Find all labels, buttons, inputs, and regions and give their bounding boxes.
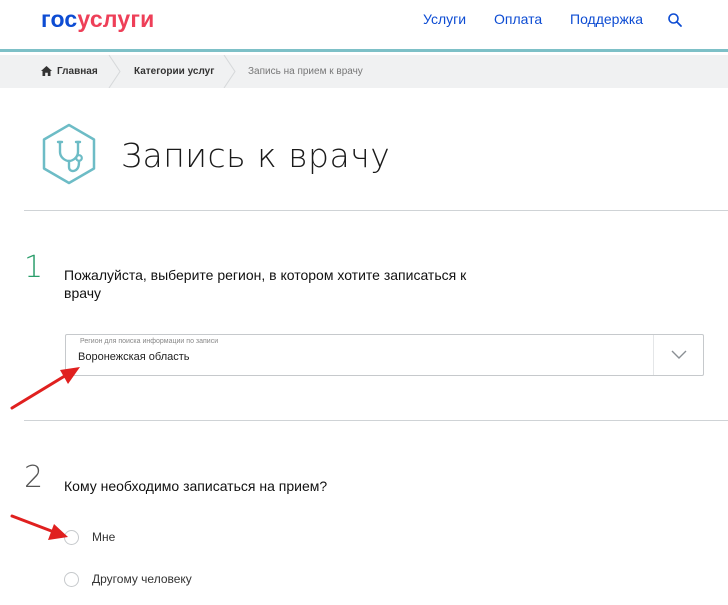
search-icon[interactable] (667, 12, 683, 28)
region-select-label: Регион для поиска информации по записи (80, 338, 219, 345)
breadcrumb-current: Запись на прием к врачу (248, 66, 363, 77)
page-title: Запись к врачу (121, 136, 391, 175)
step-2-question: Кому необходимо записаться на прием? (64, 478, 328, 494)
radio-label-other-person: Другому человеку (92, 572, 192, 586)
chevron-down-icon[interactable] (670, 349, 688, 361)
site-header: госуслуги Услуги Оплата Поддержка (0, 0, 728, 52)
breadcrumb-separator-icon (223, 55, 236, 88)
nav-payment[interactable]: Оплата (494, 11, 542, 27)
nav-support[interactable]: Поддержка (570, 11, 643, 27)
logo-part-uslugi: услуги (77, 6, 155, 32)
gosuslugi-logo[interactable]: госуслуги (41, 6, 154, 33)
step-1-number: 1 (24, 250, 44, 285)
radio-option-me[interactable]: Мне (64, 530, 264, 548)
nav-services[interactable]: Услуги (423, 11, 466, 27)
annotation-arrow-icon (10, 514, 68, 540)
breadcrumb-home[interactable]: Главная (57, 55, 98, 88)
radio-button[interactable] (64, 572, 79, 587)
region-select-value: Воронежская область (78, 351, 190, 363)
breadcrumb-separator-icon (108, 55, 121, 88)
annotation-arrow-icon (10, 367, 80, 410)
home-icon (41, 66, 52, 76)
region-select[interactable]: Регион для поиска информации по записи В… (65, 334, 704, 376)
select-divider (653, 335, 654, 375)
breadcrumb: Главная Категории услуг Запись на прием … (0, 55, 728, 88)
breadcrumb-category[interactable]: Категории услуг (134, 55, 214, 88)
divider (24, 420, 728, 421)
step-2-number: 2 (24, 460, 44, 495)
stethoscope-icon (42, 123, 96, 185)
radio-option-other-person[interactable]: Другому человеку (64, 572, 264, 590)
radio-label-me: Мне (92, 530, 116, 544)
step-1-question: Пожалуйста, выберите регион, в котором х… (64, 267, 467, 301)
divider (24, 210, 728, 211)
logo-part-gos: гос (41, 6, 78, 32)
